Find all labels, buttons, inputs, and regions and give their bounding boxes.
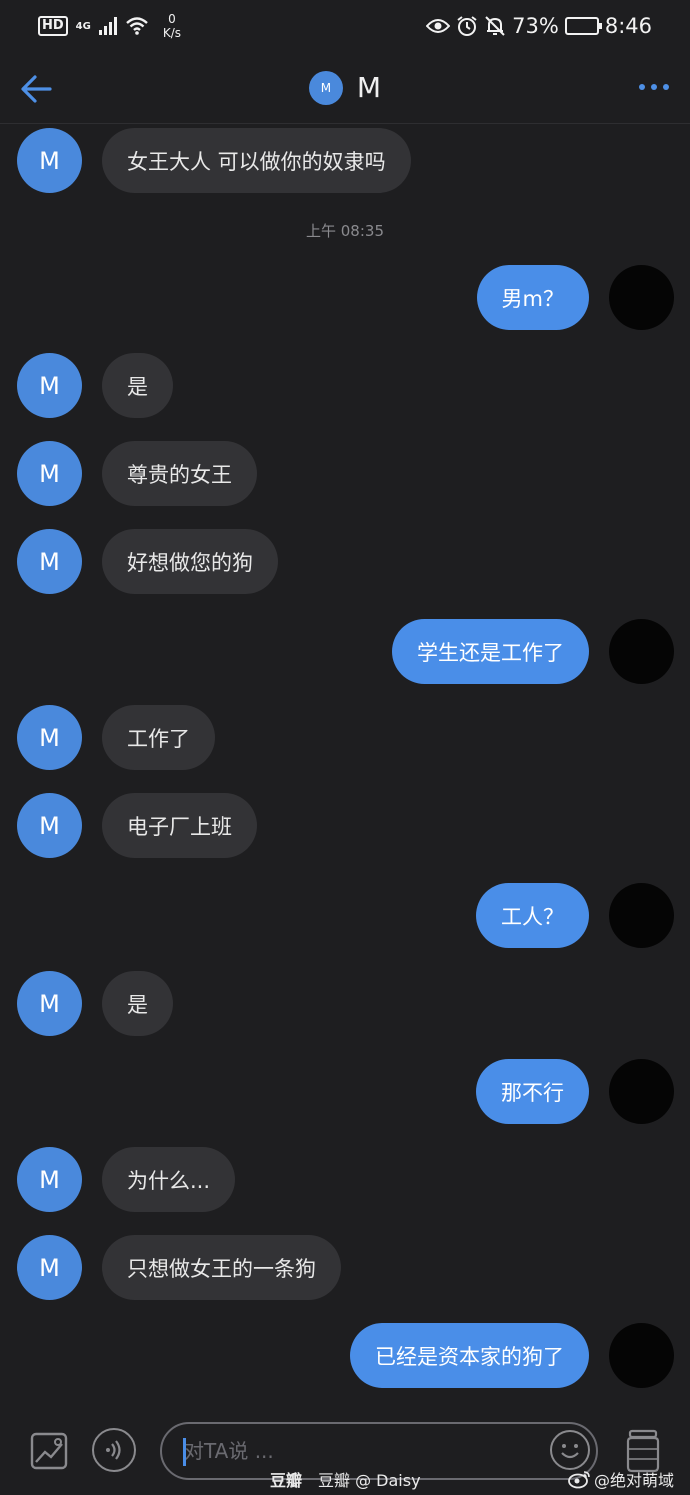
douban-user-watermark: 豆瓣 @ Daisy xyxy=(318,1471,421,1490)
outgoing-message: 那不行 xyxy=(476,1059,674,1124)
message-bubble[interactable]: 已经是资本家的狗了 xyxy=(350,1323,589,1388)
back-arrow-icon[interactable] xyxy=(18,70,56,108)
eye-icon xyxy=(426,19,451,33)
message-bubble[interactable]: 是 xyxy=(102,971,173,1036)
message-timestamp: 上午 08:35 xyxy=(306,222,384,240)
network-speed: 0 K/s xyxy=(163,12,181,40)
contact-avatar[interactable]: M xyxy=(17,1235,82,1300)
contact-avatar[interactable]: M xyxy=(17,128,82,193)
self-avatar[interactable] xyxy=(609,1323,674,1388)
outgoing-message: 工人？ xyxy=(476,883,674,948)
message-bubble[interactable]: 尊贵的女王 xyxy=(102,441,257,506)
self-avatar[interactable] xyxy=(609,619,674,684)
input-bar: 豆瓣 豆瓣 @ Daisy @绝对萌域 xyxy=(0,1415,690,1495)
speed-unit: K/s xyxy=(162,26,182,40)
outgoing-message: 已经是资本家的狗了 xyxy=(350,1323,674,1388)
text-cursor xyxy=(183,1438,186,1466)
contact-avatar[interactable]: M xyxy=(17,971,82,1036)
speed-value: 0 xyxy=(168,12,176,26)
incoming-message: M是 xyxy=(17,971,173,1036)
mute-bell-icon xyxy=(485,16,505,36)
more-options-icon[interactable] xyxy=(636,80,672,94)
battery-icon xyxy=(564,17,602,35)
contact-name: M xyxy=(356,71,382,104)
message-bubble[interactable]: 只想做女王的一条狗 xyxy=(102,1235,341,1300)
self-avatar[interactable] xyxy=(609,1059,674,1124)
incoming-message: M 尊贵的女王 xyxy=(17,441,257,506)
contact-avatar[interactable]: M xyxy=(17,1147,82,1212)
status-left: HD 4G 0 K/s xyxy=(38,12,181,40)
voice-button[interactable] xyxy=(92,1428,136,1472)
weibo-user: @绝对萌域 xyxy=(594,1471,675,1490)
incoming-message: M 为什么... xyxy=(17,1147,236,1212)
message-bubble[interactable]: 为什么... xyxy=(102,1147,236,1212)
message-bubble[interactable]: 男m？ xyxy=(476,265,589,330)
battery-percent: 73% xyxy=(512,14,559,38)
alarm-icon xyxy=(457,16,477,36)
message-bubble[interactable]: 学生还是工作了 xyxy=(392,619,589,684)
voice-icon xyxy=(106,1440,121,1460)
outgoing-message: 学生还是工作了 xyxy=(392,619,674,684)
contact-avatar[interactable]: M xyxy=(17,441,82,506)
chat-header: M M xyxy=(0,52,690,124)
incoming-message: M是 xyxy=(17,353,173,418)
self-avatar[interactable] xyxy=(609,883,674,948)
contact-avatar[interactable]: M xyxy=(17,353,82,418)
contact-avatar[interactable]: M xyxy=(17,793,82,858)
hd-badge: HD xyxy=(38,16,68,36)
weibo-watermark: @绝对萌域 xyxy=(568,1467,674,1491)
douban-watermark: 豆瓣 xyxy=(270,1471,303,1490)
incoming-message: M 电子厂上班 xyxy=(17,793,257,858)
message-bubble[interactable]: 女王大人 可以做你的奴隶吗 xyxy=(102,128,411,193)
status-bar: HD 4G 0 K/s 73% 8:46 xyxy=(0,0,690,52)
message-bubble[interactable]: 那不行 xyxy=(476,1059,589,1124)
weibo-logo-icon xyxy=(568,1471,590,1489)
incoming-message: M 女王大人 可以做你的奴隶吗 xyxy=(17,128,411,193)
clock: 8:46 xyxy=(604,14,652,38)
message-bubble[interactable]: 工人？ xyxy=(476,883,589,948)
self-avatar[interactable] xyxy=(609,265,674,330)
message-bubble[interactable]: 好想做您的狗 xyxy=(102,529,278,594)
incoming-message: M 工作了 xyxy=(17,705,215,770)
contact-avatar[interactable]: M xyxy=(17,529,82,594)
message-bubble[interactable]: 工作了 xyxy=(102,705,215,770)
message-bubble[interactable]: 电子厂上班 xyxy=(102,793,257,858)
incoming-message: M 好想做您的狗 xyxy=(17,529,278,594)
outgoing-message: 男m？ xyxy=(476,265,674,330)
wifi-icon xyxy=(126,17,148,35)
status-right: 73% 8:46 xyxy=(426,14,652,38)
message-list[interactable]: 上午 08:35 M 女王大人 可以做你的奴隶吗 男m？ M 是 M 尊贵的女王 M 好想做您的… xyxy=(0,125,690,1405)
emoji-icon xyxy=(561,1444,579,1459)
message-bubble[interactable]: 是 xyxy=(102,353,173,418)
image-picker-icon[interactable] xyxy=(30,1432,68,1470)
emoji-button[interactable] xyxy=(550,1430,590,1470)
header-avatar[interactable]: M xyxy=(308,70,343,105)
network-type: 4G xyxy=(75,20,91,32)
contact-avatar[interactable]: M xyxy=(17,705,82,770)
incoming-message: M 只想做女王的一条狗 xyxy=(17,1235,341,1300)
signal-icon xyxy=(98,17,117,35)
